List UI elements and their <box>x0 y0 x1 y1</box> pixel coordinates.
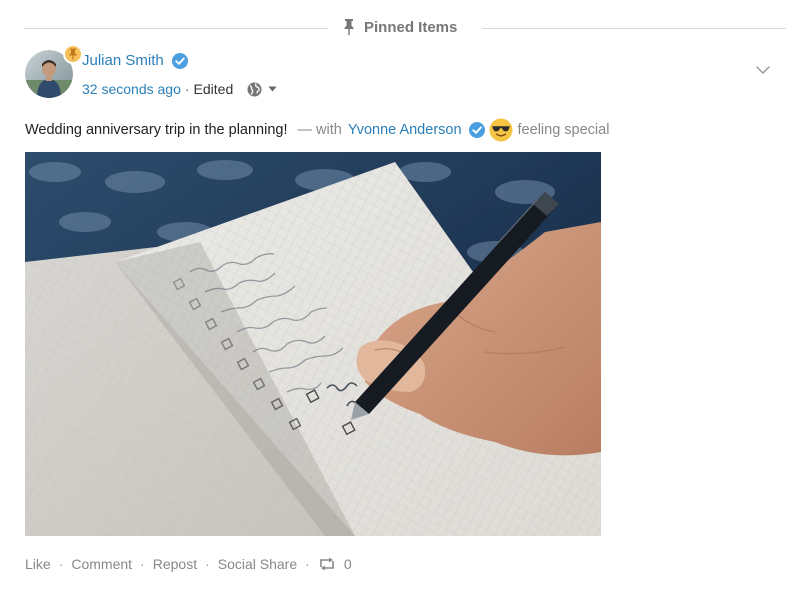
action-separator: · <box>140 556 145 572</box>
pinned-badge <box>63 44 83 64</box>
social-share-button[interactable]: Social Share <box>218 556 297 572</box>
pin-icon <box>344 19 354 35</box>
pinned-items-label: Pinned Items <box>364 18 458 36</box>
author-avatar-wrap[interactable] <box>25 44 83 98</box>
verified-check-icon <box>468 122 485 138</box>
pinned-items-header: Pinned Items <box>0 14 808 42</box>
divider-left <box>24 28 328 29</box>
with-prefix: — with <box>297 122 342 138</box>
comment-button[interactable]: Comment <box>71 556 132 572</box>
post-meta: 32 seconds ago · Edited <box>82 81 277 97</box>
action-separator: · <box>305 556 310 572</box>
author-name-link[interactable]: Julian Smith <box>82 52 164 69</box>
author-row: Julian Smith <box>82 52 188 69</box>
pin-badge-icon <box>69 48 77 60</box>
privacy-selector[interactable] <box>247 82 277 97</box>
action-separator: · <box>205 556 210 572</box>
chevron-down-icon[interactable] <box>755 62 771 78</box>
edited-label[interactable]: Edited <box>194 81 234 97</box>
feeling-text: feeling special <box>517 122 610 138</box>
post-timestamp-link[interactable]: 32 seconds ago <box>82 81 181 97</box>
sunglasses-emoji-icon <box>489 118 513 142</box>
divider-right <box>482 28 786 29</box>
verified-check-icon <box>171 52 188 69</box>
globe-icon <box>247 82 262 96</box>
pinned-items-title: Pinned Items <box>342 18 457 36</box>
repost-count[interactable]: 0 <box>318 556 352 572</box>
meta-separator: · <box>184 81 190 97</box>
tagged-user-link[interactable]: Yvonne Anderson <box>348 122 462 138</box>
caret-down-icon <box>268 86 277 92</box>
like-button[interactable]: Like <box>25 556 51 572</box>
caption-text: Wedding anniversary trip in the planning… <box>25 122 288 138</box>
action-separator: · <box>58 556 64 572</box>
post-actions: Like · Comment · Repost · Social Share ·… <box>25 556 352 572</box>
post-photo[interactable] <box>25 152 601 536</box>
repost-button[interactable]: Repost <box>153 556 197 572</box>
repost-icon <box>320 557 334 571</box>
post-caption: Wedding anniversary trip in the planning… <box>25 118 609 142</box>
repost-count-value: 0 <box>343 556 352 572</box>
